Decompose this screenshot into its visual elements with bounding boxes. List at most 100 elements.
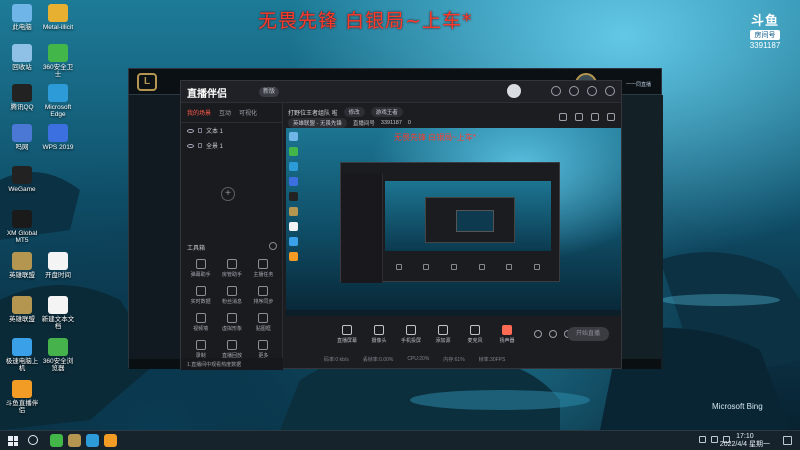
stat-item: CPU:20% <box>407 356 430 362</box>
start-live-button[interactable]: 开始直播 <box>567 327 609 341</box>
desktop-icon[interactable]: XM Global MT5 <box>4 210 40 245</box>
settings-icon[interactable] <box>569 86 579 96</box>
version-badge[interactable]: 新版 <box>259 87 280 97</box>
notice-bar[interactable]: 1.直播间中观看热度数据 <box>181 358 283 370</box>
scene-item[interactable]: 文本 1 <box>181 123 282 138</box>
phone-control[interactable]: 手机投屏 <box>400 324 422 344</box>
tool-label: 房管助手 <box>221 272 242 278</box>
toolbox-grid: 弹幕助手 房管助手 主播任务实时数据 粉丝消息 排序同步视频墙 虚拟形象 贴图框录制 直播回放… <box>185 259 279 359</box>
desktop-icon[interactable]: 此电脑 <box>4 4 40 31</box>
tool-item[interactable]: 虚拟形象 <box>216 313 247 332</box>
app-icon <box>48 84 68 102</box>
mic-control[interactable]: 麦克风 <box>464 324 486 344</box>
tool-item[interactable]: 弹幕助手 <box>185 259 216 278</box>
edge-taskbar-icon[interactable] <box>86 434 99 447</box>
lock-icon[interactable] <box>198 128 202 133</box>
window-controls <box>551 86 615 96</box>
tool-item[interactable]: 更多 <box>248 340 279 359</box>
lock-icon[interactable] <box>198 143 202 148</box>
main-toolbar <box>559 113 615 121</box>
nested-preview <box>385 181 551 251</box>
gift-icon[interactable] <box>591 113 599 121</box>
lol-sidebar <box>129 95 181 369</box>
desktop-icon[interactable]: Microsoft Edge <box>40 84 76 119</box>
tool-item[interactable]: 视频墙 <box>185 313 216 332</box>
desktop-icon[interactable]: 英雄联盟 <box>4 252 40 279</box>
desktop-icon-label: XM Global MT5 <box>6 230 38 245</box>
nested-preview-window <box>340 162 560 283</box>
lol-taskbar-icon[interactable] <box>68 434 81 447</box>
notification-icon[interactable] <box>783 436 792 445</box>
cart-icon[interactable] <box>575 113 583 121</box>
desktop-icon[interactable]: 斗鱼直播伴侣 <box>4 380 40 415</box>
toolbox-more-icon[interactable] <box>269 242 277 250</box>
eye-icon[interactable] <box>187 143 194 148</box>
user-avatar[interactable] <box>507 84 521 98</box>
tool-item[interactable]: 录制 <box>185 340 216 359</box>
lol-logo-icon[interactable]: L <box>137 73 157 91</box>
desktop-icon[interactable]: 极速电脑上机 <box>4 338 40 373</box>
app-icon <box>12 338 32 356</box>
edit-title-button[interactable]: 修改 <box>343 107 365 117</box>
desktop-icon-label: 新建文本文档 <box>41 316 75 331</box>
scene-tab[interactable]: 我的场景 <box>187 108 211 117</box>
windows-start-icon[interactable] <box>8 436 18 446</box>
clock[interactable]: 17:10 2022/4/4 星期一 <box>720 433 770 449</box>
douyu-taskbar-icon[interactable] <box>104 434 117 447</box>
search-icon[interactable] <box>28 435 38 445</box>
scene-tab[interactable]: 互动 <box>219 108 231 117</box>
desktop-icon-label: 吗网 <box>15 144 29 151</box>
game-category[interactable]: 英雄联盟 - 无畏先锋 <box>288 118 347 128</box>
app-logo: 直播伴侣 <box>187 89 227 100</box>
add-scene-button[interactable]: + <box>221 187 235 201</box>
stream-preview[interactable]: 无畏先锋 白银局~上车* <box>286 128 621 316</box>
stat-item: 内存:61% <box>443 357 465 363</box>
lock-icon[interactable] <box>559 113 567 121</box>
desktop-icon[interactable]: 回收站 <box>4 44 40 71</box>
desktop-icon[interactable]: WPS 2019 <box>40 124 76 151</box>
desktop-icon[interactable]: WeGame <box>4 166 40 193</box>
screen-control[interactable]: 直播屏幕 <box>336 324 358 344</box>
douyu-logo: 斗鱼 <box>750 13 779 28</box>
close-icon[interactable] <box>605 86 615 96</box>
tool-item[interactable]: 房管助手 <box>216 259 247 278</box>
room-number-label: 直播间号 <box>352 121 375 127</box>
douyu-badge: 斗鱼 房间号 3391187 <box>743 10 787 50</box>
record-icon[interactable] <box>534 330 542 338</box>
tool-item[interactable]: 直播回放 <box>216 340 247 359</box>
mail-icon[interactable] <box>551 86 561 96</box>
desktop-icon[interactable]: 英雄联盟 <box>4 296 40 323</box>
app-icon <box>48 338 68 356</box>
desktop-icon-label: 腾讯QQ <box>10 104 34 111</box>
wegame-taskbar-icon[interactable] <box>50 434 63 447</box>
tool-item[interactable]: 主播任务 <box>248 259 279 278</box>
category-button[interactable]: 游戏王者 <box>370 107 403 117</box>
tool-item[interactable]: 排序同步 <box>248 286 279 305</box>
room-label: 房间号 <box>750 30 780 40</box>
eye-icon[interactable] <box>187 128 194 133</box>
pause-icon[interactable] <box>549 330 557 338</box>
desktop-icon[interactable]: 360安全卫士 <box>40 44 76 79</box>
desktop-icon[interactable]: 吗网 <box>4 124 40 151</box>
network-icon[interactable] <box>699 436 706 443</box>
scene-tab[interactable]: 可视化 <box>239 108 257 117</box>
scene-item[interactable]: 全景 1 <box>181 138 282 153</box>
stats-bar: 码率:0 kb/s 丢帧率:0.00% CPU:20% 内存:61% 帧率:30FPS <box>284 353 623 365</box>
camera-control[interactable]: 摄像头 <box>368 324 390 344</box>
desktop-icon[interactable]: 新建文本文档 <box>40 296 76 331</box>
source-control[interactable]: 添加源 <box>432 324 454 344</box>
minimize-icon[interactable] <box>587 86 597 96</box>
tool-item[interactable]: 粉丝消息 <box>216 286 247 305</box>
tool-item[interactable]: 贴图框 <box>248 313 279 332</box>
desktop-icon[interactable]: 腾讯QQ <box>4 84 40 111</box>
share-icon[interactable] <box>607 113 615 121</box>
desktop-icon[interactable]: 开盘时间 <box>40 252 76 279</box>
speaker-control[interactable]: 扬声器 <box>496 324 518 344</box>
tool-item[interactable]: 实时数据 <box>185 286 216 305</box>
control-label: 扬声器 <box>499 337 515 344</box>
desktop-icon[interactable]: Metal-illicit <box>40 4 76 31</box>
desktop-icon[interactable]: 360安全浏览器 <box>40 338 76 373</box>
streaming-companion-window[interactable]: 直播伴侣 新版 我的场景 互动 可视化 文本 1 全景 1 + 工具箱 弹幕助手 房管助… <box>180 80 623 370</box>
lol-social-panel[interactable] <box>621 95 663 369</box>
volume-icon[interactable] <box>711 436 718 443</box>
